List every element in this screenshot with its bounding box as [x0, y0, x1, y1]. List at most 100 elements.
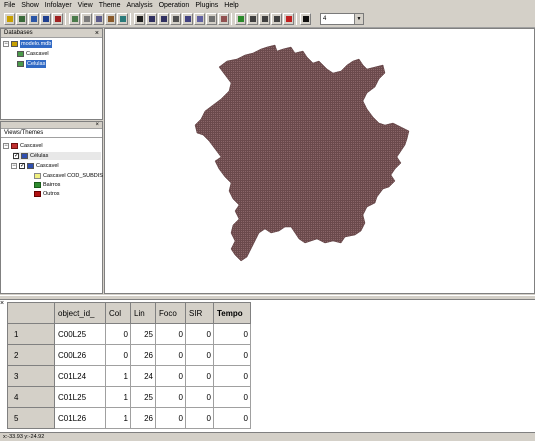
- open-icon[interactable]: [4, 13, 15, 25]
- menu-show[interactable]: Show: [21, 1, 39, 11]
- menu-theme[interactable]: Theme: [99, 1, 121, 11]
- theme-celulas[interactable]: ✓ Células: [13, 152, 101, 160]
- table-cell[interactable]: 0: [213, 365, 251, 387]
- table-cell[interactable]: 24: [130, 365, 156, 387]
- table-row[interactable]: 2 C00L26 0 26 0 0 0: [7, 344, 251, 366]
- export-icon[interactable]: [117, 13, 128, 25]
- save-icon[interactable]: [16, 13, 27, 25]
- table-icon[interactable]: [81, 13, 92, 25]
- zoom-in-icon[interactable]: [146, 13, 157, 25]
- menu-plugins[interactable]: Plugins: [195, 1, 218, 11]
- legend-label: Outros: [43, 191, 60, 197]
- table-cell[interactable]: C00L25: [54, 323, 106, 345]
- table-cell[interactable]: 0: [155, 407, 186, 429]
- map-canvas[interactable]: [104, 28, 535, 294]
- table-cell[interactable]: 0: [155, 344, 186, 366]
- query-icon[interactable]: [105, 13, 116, 25]
- theme-checkbox[interactable]: ✓: [19, 163, 25, 169]
- table-cell[interactable]: 0: [185, 365, 214, 387]
- theme-cascavel[interactable]: − ✓ Cascavel: [3, 162, 59, 170]
- animation-icon[interactable]: [218, 13, 229, 25]
- table-cell[interactable]: 26: [130, 344, 156, 366]
- row-number[interactable]: 4: [7, 386, 55, 408]
- column-header[interactable]: SIR: [185, 302, 214, 324]
- view-cascavel[interactable]: − Cascavel: [3, 142, 43, 150]
- zoom-select[interactable]: 4 ▼: [320, 13, 364, 25]
- table-cell[interactable]: 1: [105, 365, 131, 387]
- theme-checkbox[interactable]: ✓: [13, 153, 19, 159]
- table-cell[interactable]: 0: [155, 386, 186, 408]
- grid-settings-icon[interactable]: [93, 13, 104, 25]
- grid-corner: [7, 302, 55, 324]
- database-item-celulas[interactable]: Celulas: [17, 60, 47, 68]
- table-cell[interactable]: C01L25: [54, 386, 106, 408]
- chevron-down-icon[interactable]: ▼: [354, 14, 363, 24]
- table-cell[interactable]: 0: [185, 407, 214, 429]
- table-cell[interactable]: 1: [105, 386, 131, 408]
- collapse-icon[interactable]: −: [11, 163, 17, 169]
- database-item-cascavel[interactable]: Cascavel: [17, 50, 49, 58]
- pan-icon[interactable]: [170, 13, 181, 25]
- measure-icon[interactable]: [206, 13, 217, 25]
- table-row[interactable]: 4 C01L25 1 25 0 0 0: [7, 386, 251, 408]
- database-icon[interactable]: [28, 13, 39, 25]
- row-number[interactable]: 3: [7, 365, 55, 387]
- table-cell[interactable]: 0: [213, 323, 251, 345]
- table-cell[interactable]: 0: [185, 386, 214, 408]
- table-cell[interactable]: 0: [213, 407, 251, 429]
- table-cell[interactable]: 1: [105, 407, 131, 429]
- column-header[interactable]: Lin: [130, 302, 156, 324]
- collapse-icon[interactable]: −: [3, 41, 9, 47]
- menu-analysis[interactable]: Analysis: [127, 1, 153, 11]
- menu-operation[interactable]: Operation: [159, 1, 190, 11]
- row-number[interactable]: 2: [7, 344, 55, 366]
- theme-icon[interactable]: [52, 13, 63, 25]
- table-row[interactable]: 3 C01L24 1 24 0 0 0: [7, 365, 251, 387]
- table-cell[interactable]: 25: [130, 386, 156, 408]
- table-cell[interactable]: 0: [105, 323, 131, 345]
- forward-icon[interactable]: [259, 13, 270, 25]
- menu-infolayer[interactable]: Infolayer: [45, 1, 72, 11]
- layer-icon[interactable]: [69, 13, 80, 25]
- table-cell[interactable]: C01L24: [54, 365, 106, 387]
- flag-icon[interactable]: [283, 13, 294, 25]
- table-cell[interactable]: 0: [213, 386, 251, 408]
- zoom-out-icon[interactable]: [158, 13, 169, 25]
- database-root[interactable]: − modelo.mdb: [3, 40, 53, 48]
- up-icon[interactable]: [271, 13, 282, 25]
- draw-icon[interactable]: [235, 13, 246, 25]
- row-number[interactable]: 1: [7, 323, 55, 345]
- table-cell[interactable]: 0: [105, 344, 131, 366]
- info-icon[interactable]: [194, 13, 205, 25]
- collapse-icon[interactable]: −: [3, 143, 9, 149]
- back-icon[interactable]: [247, 13, 258, 25]
- table-row[interactable]: 1 C00L25 0 25 0 0 0: [7, 323, 251, 345]
- table-cell[interactable]: 26: [130, 407, 156, 429]
- table-cell[interactable]: C00L26: [54, 344, 106, 366]
- databases-title: Databases: [4, 30, 33, 36]
- column-header[interactable]: Col: [105, 302, 131, 324]
- column-header[interactable]: Tempo: [213, 302, 251, 324]
- column-header[interactable]: object_id_: [54, 302, 106, 324]
- close-icon[interactable]: ×: [0, 300, 6, 307]
- menu-file[interactable]: File: [4, 1, 15, 11]
- menu-view[interactable]: View: [78, 1, 93, 11]
- table-cell[interactable]: 0: [213, 344, 251, 366]
- table-cell[interactable]: 0: [185, 344, 214, 366]
- table-cell[interactable]: C01L26: [54, 407, 106, 429]
- table-row[interactable]: 5 C01L26 1 26 0 0 0: [7, 407, 251, 429]
- fit-icon[interactable]: [182, 13, 193, 25]
- column-header[interactable]: Foco: [155, 302, 186, 324]
- table-cell[interactable]: 0: [155, 323, 186, 345]
- legend-item: Outros: [34, 190, 60, 198]
- table-cell[interactable]: 0: [185, 323, 214, 345]
- view-icon[interactable]: [40, 13, 51, 25]
- table-cell[interactable]: 0: [155, 365, 186, 387]
- pointer-icon[interactable]: [134, 13, 145, 25]
- row-number[interactable]: 5: [7, 407, 55, 429]
- close-icon[interactable]: ×: [95, 122, 99, 128]
- select-icon[interactable]: [300, 13, 311, 25]
- menu-help[interactable]: Help: [224, 1, 238, 11]
- close-icon[interactable]: ×: [95, 29, 99, 38]
- table-cell[interactable]: 25: [130, 323, 156, 345]
